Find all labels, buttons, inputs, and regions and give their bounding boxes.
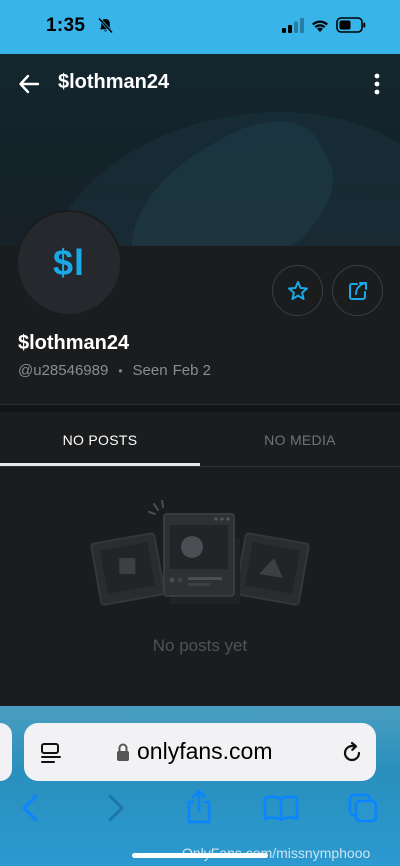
last-seen-date: Feb 2 <box>172 362 211 379</box>
status-bar: 1:35 <box>0 0 400 54</box>
avatar-initials: $l <box>52 242 86 283</box>
bell-muted-icon <box>97 17 114 34</box>
share-profile-button[interactable] <box>332 265 383 316</box>
lock-icon <box>117 743 129 761</box>
star-icon <box>287 280 308 300</box>
page-menu-icon[interactable] <box>40 742 62 764</box>
profile-meta: @u28546989 • Seen Feb 2 <box>18 362 211 379</box>
avatar[interactable]: $l <box>16 210 122 316</box>
empty-state-message: No posts yet <box>152 636 248 655</box>
url-text[interactable]: onlyfans.com <box>137 738 273 765</box>
cellular-signal-icon <box>282 18 304 33</box>
reload-icon[interactable] <box>340 741 364 765</box>
more-options-icon[interactable] <box>368 72 386 96</box>
tab-divider <box>0 466 400 467</box>
meta-separator: • <box>118 363 123 378</box>
header-title: $lothman24 <box>58 71 170 93</box>
tabs-overview-icon[interactable] <box>347 792 379 824</box>
favorite-button[interactable] <box>272 265 323 316</box>
browser-forward-icon[interactable] <box>104 793 128 823</box>
profile-display-name: $lothman24 <box>18 332 130 354</box>
empty-posts-illustration <box>90 500 310 606</box>
share-icon <box>348 281 367 300</box>
tab-posts[interactable]: NO POSTS <box>0 413 200 466</box>
bookmarks-icon[interactable] <box>263 794 299 822</box>
battery-icon <box>336 17 366 33</box>
tab-media[interactable]: NO MEDIA <box>200 413 400 466</box>
wifi-icon <box>312 20 328 32</box>
section-divider <box>0 404 400 412</box>
last-seen-label: Seen <box>132 362 168 379</box>
browser-share-icon[interactable] <box>184 789 214 825</box>
status-time: 1:35 <box>46 15 86 36</box>
home-indicator[interactable] <box>132 853 268 858</box>
back-arrow-icon[interactable] <box>18 73 40 95</box>
previous-tab-preview[interactable] <box>0 723 12 781</box>
profile-handle: @u28546989 <box>18 362 109 379</box>
browser-back-icon[interactable] <box>18 793 42 823</box>
